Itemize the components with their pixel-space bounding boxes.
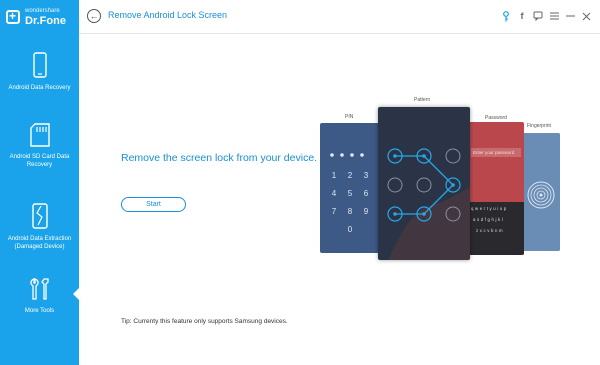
pin-keypad: 1 2 3 4 5 6 7 8 9 0 <box>326 171 374 234</box>
back-button[interactable]: ← <box>87 9 101 23</box>
tools-icon <box>29 278 49 300</box>
pattern-phone <box>378 107 470 260</box>
sidebar-item-label: Android Data Recovery <box>8 85 71 91</box>
app-logo: wondershare Dr.Fone <box>0 0 79 34</box>
pin-label: PIN <box>345 114 354 120</box>
sidebar: wondershare Dr.Fone Android Data Recover… <box>0 0 79 365</box>
password-label: Password <box>485 115 507 121</box>
brand-name: Dr.Fone <box>25 14 66 27</box>
pin-key: 5 <box>347 189 353 198</box>
pin-key: 2 <box>347 171 353 180</box>
tip-text: Tip: Currenty this feature only supports… <box>121 318 288 325</box>
active-item-pointer <box>73 288 79 300</box>
sidebar-item-android-data-recovery[interactable]: Android Data Recovery <box>0 52 79 92</box>
pin-key: 4 <box>331 189 337 198</box>
pin-key: 9 <box>363 207 369 216</box>
pin-key: 0 <box>347 225 353 234</box>
fingerprint-label: Fingerprint <box>527 123 551 129</box>
fingerprint-icon <box>518 133 560 251</box>
keyboard-row: qwertyuiop <box>471 206 508 211</box>
sidebar-item-label: Android Data Extraction (Damaged Device) <box>7 236 72 250</box>
pin-key: 6 <box>363 189 369 198</box>
sidebar-item-label: More Tools <box>24 308 55 314</box>
minimize-icon[interactable] <box>562 9 578 23</box>
back-icon: ← <box>89 10 99 21</box>
close-icon[interactable] <box>578 9 594 23</box>
start-button[interactable]: Start <box>121 197 186 212</box>
keyboard-row: asdfghjkl <box>473 217 505 222</box>
chat-icon[interactable] <box>530 9 546 23</box>
password-field: Enter your password <box>471 148 521 157</box>
pin-key: 1 <box>331 171 337 180</box>
page-title: Remove Android Lock Screen <box>108 10 228 20</box>
fingerprint-phone <box>518 133 560 251</box>
sidebar-item-data-extraction[interactable]: Android Data Extraction (Damaged Device) <box>0 203 79 251</box>
pin-phone: 1 2 3 4 5 6 7 8 9 0 <box>320 123 380 253</box>
main-heading: Remove the screen lock from your device. <box>121 152 318 164</box>
pin-key: 8 <box>347 207 353 216</box>
key-icon[interactable] <box>498 9 514 23</box>
keyboard-row: zxcvbnm <box>476 228 505 233</box>
broken-phone-icon <box>31 203 48 229</box>
phone-icon <box>32 52 47 78</box>
sidebar-item-more-tools[interactable]: More Tools <box>0 277 79 315</box>
window-controls: f <box>498 9 594 23</box>
logo-icon <box>6 9 20 24</box>
title-bar: ← Remove Android Lock Screen f <box>79 0 600 34</box>
brand-small-text: wondershare <box>25 7 60 14</box>
pin-key: 7 <box>331 207 337 216</box>
facebook-icon[interactable]: f <box>514 9 530 23</box>
keyboard: qwertyuiop asdfghjkl zxcvbnm <box>468 202 524 255</box>
sidebar-item-label: Android SD Card Data Recovery <box>9 154 70 168</box>
sidebar-item-sd-card-recovery[interactable]: Android SD Card Data Recovery <box>0 123 79 169</box>
pattern-grid <box>387 148 470 260</box>
sd-card-icon <box>29 123 50 147</box>
password-phone: Enter your password qwertyuiop asdfghjkl… <box>468 122 524 255</box>
pin-key: 3 <box>363 171 369 180</box>
lock-screen-illustration: PIN Pattern Password Fingerprint Enter y… <box>318 95 560 265</box>
pattern-label: Pattern <box>414 97 431 103</box>
menu-icon[interactable] <box>546 9 562 23</box>
